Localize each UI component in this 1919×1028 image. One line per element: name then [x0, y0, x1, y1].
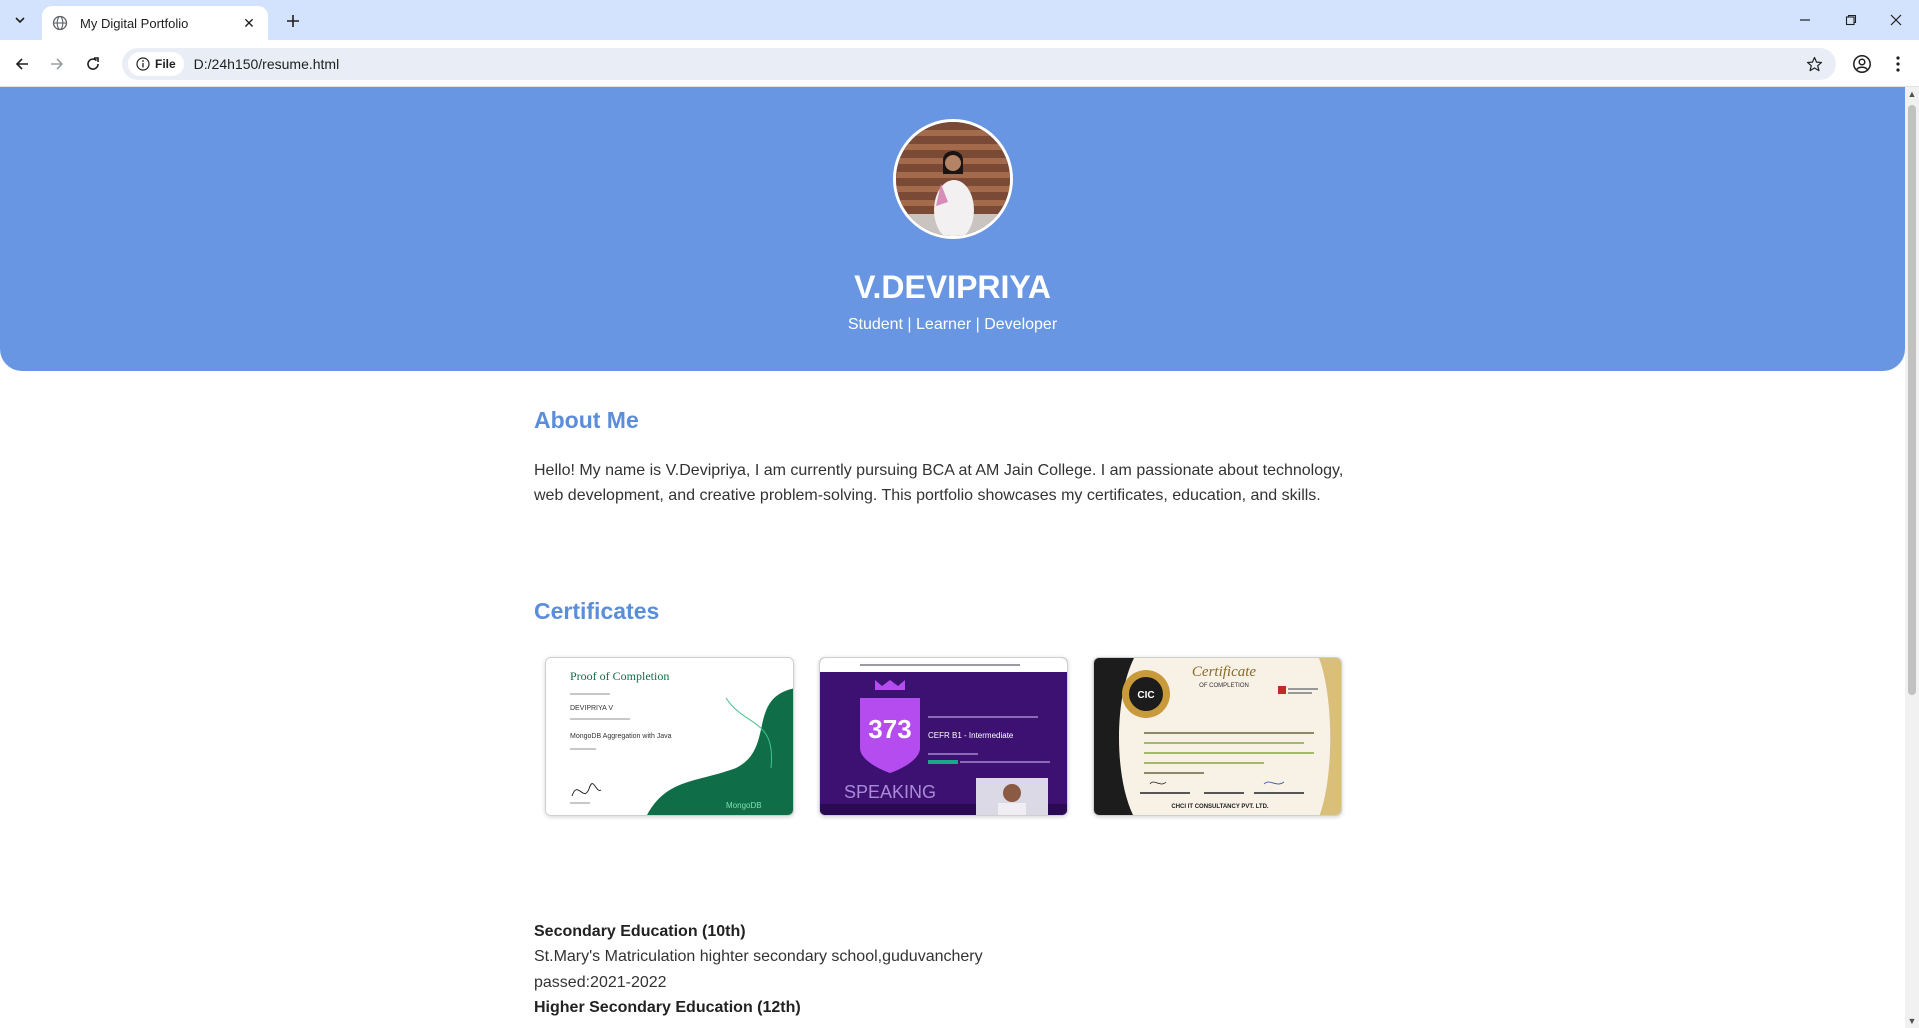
about-heading: About Me — [534, 407, 639, 433]
certificate-skill: SPEAKING — [844, 782, 936, 802]
url-text[interactable]: D:/24h150/resume.html — [194, 56, 340, 72]
minimize-button[interactable] — [1782, 0, 1828, 40]
browser-toolbar: File D:/24h150/resume.html — [0, 40, 1919, 87]
globe-icon — [52, 15, 68, 31]
certificate-image: 373 CEFR B1 - Intermediate SPEAKING — [820, 658, 1067, 815]
tab-active[interactable]: My Digital Portfolio ✕ — [42, 6, 268, 40]
reload-icon — [87, 57, 99, 70]
hero-name: V.DEVIPRIYA — [854, 269, 1051, 305]
address-bar[interactable]: File D:/24h150/resume.html — [122, 48, 1836, 80]
profile-photo — [896, 122, 1010, 236]
new-tab-button[interactable] — [280, 8, 306, 34]
minimize-icon — [1800, 19, 1810, 21]
certificate-card-speaking[interactable]: 373 CEFR B1 - Intermediate SPEAKING — [819, 657, 1068, 816]
secondary-education-passed: passed:2021-2022 — [534, 974, 667, 991]
page-scrollbar[interactable]: ▲ ▼ — [1905, 87, 1919, 1028]
restore-button[interactable] — [1828, 0, 1874, 40]
restore-icon — [1845, 14, 1857, 26]
info-icon — [136, 57, 150, 71]
higher-secondary-title: Higher Secondary Education (12th) — [534, 999, 801, 1016]
certificate-card-chci[interactable]: CIC Certificate OF COMPLETION CHCI IT CO… — [1093, 657, 1342, 816]
plus-icon — [287, 15, 299, 27]
scroll-down-arrow[interactable]: ▼ — [1907, 1016, 1917, 1026]
certificate-recipient: DEVIPRIYA V — [570, 705, 613, 712]
certificates-heading: Certificates — [534, 598, 660, 624]
scroll-up-arrow[interactable]: ▲ — [1907, 89, 1917, 99]
close-icon[interactable]: ✕ — [240, 14, 258, 32]
certificate-image: CIC Certificate OF COMPLETION CHCI IT CO… — [1094, 658, 1341, 815]
certificate-image: Proof of Completion DEVIPRIYA V MongoDB … — [546, 658, 793, 815]
certificate-heading: Certificate — [1192, 664, 1256, 680]
tab-title: My Digital Portfolio — [80, 15, 189, 31]
certificate-subheading: OF COMPLETION — [1199, 683, 1249, 689]
hero-tagline: Student | Learner | Developer — [847, 316, 1058, 333]
chip-label: File — [155, 57, 176, 71]
back-button[interactable] — [7, 49, 37, 79]
certificate-score: 373 — [868, 714, 911, 744]
close-icon — [1890, 14, 1902, 26]
browser-tab-strip: My Digital Portfolio ✕ — [0, 0, 1919, 40]
bookmark-button[interactable] — [1804, 54, 1824, 74]
arrow-right-icon — [51, 58, 64, 70]
certificate-level: CEFR B1 - Intermediate — [928, 731, 1014, 740]
certificate-badge: CIC — [1137, 690, 1154, 701]
star-icon — [1806, 56, 1822, 71]
tab-search-button[interactable] — [6, 8, 34, 32]
certificate-issuer: CHCI IT CONSULTANCY PVT. LTD. — [1171, 804, 1269, 810]
about-text: Hello! My name is V.Devipriya, I am curr… — [534, 462, 1344, 504]
secondary-education-school: St.Mary's Matriculation highter secondar… — [534, 948, 983, 965]
secondary-education-title: Secondary Education (10th) — [534, 923, 746, 940]
certificate-card-mongodb[interactable]: Proof of Completion DEVIPRIYA V MongoDB … — [545, 657, 794, 816]
profile-icon — [1853, 55, 1871, 73]
reload-button[interactable] — [78, 49, 108, 79]
certificate-heading: Proof of Completion — [570, 669, 669, 683]
chevron-down-icon — [15, 17, 25, 24]
forward-button[interactable] — [42, 49, 72, 79]
more-vertical-icon — [1896, 56, 1900, 72]
avatar — [893, 119, 1013, 239]
hero-header: V.DEVIPRIYA Student | Learner | Develope… — [0, 87, 1905, 371]
certificate-brand: MongoDB — [726, 801, 762, 810]
site-info-chip[interactable]: File — [128, 52, 184, 76]
menu-button[interactable] — [1886, 52, 1910, 76]
certificate-course: MongoDB Aggregation with Java — [570, 733, 672, 740]
profile-button[interactable] — [1850, 52, 1874, 76]
arrow-left-icon — [15, 58, 28, 70]
window-close-button[interactable] — [1873, 0, 1919, 40]
page-viewport: V.DEVIPRIYA Student | Learner | Develope… — [0, 87, 1905, 1028]
scrollbar-thumb[interactable] — [1908, 105, 1916, 695]
